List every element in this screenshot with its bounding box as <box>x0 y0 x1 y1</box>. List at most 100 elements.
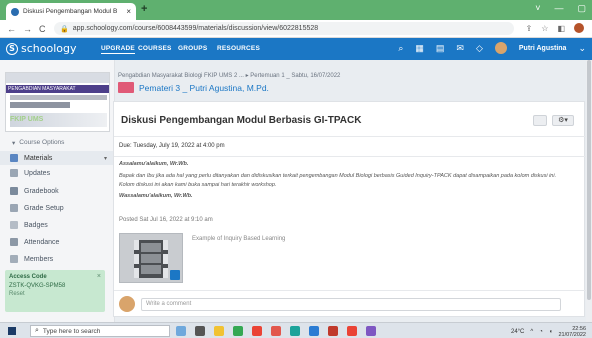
play-icon[interactable] <box>170 270 180 280</box>
share-icon[interactable]: ⇪ <box>526 24 533 33</box>
scrollbar-thumb[interactable] <box>587 60 591 300</box>
search-icon[interactable]: ⌕ <box>398 43 403 54</box>
posted-timestamp: Posted Sat Jul 16, 2022 at 9:10 am <box>119 217 213 223</box>
course-sidebar: PENGABDIAN MASYARAKAT FKIP UMS ▾ Course … <box>0 60 115 322</box>
app-icon[interactable] <box>366 326 376 336</box>
sidebar-icon[interactable]: ◧ <box>557 24 565 33</box>
tab-close-icon[interactable]: × <box>126 7 131 16</box>
user-avatar[interactable] <box>494 42 507 54</box>
network-icon[interactable]: ◔ <box>539 329 543 335</box>
sidebar-item-label: Members <box>24 255 54 263</box>
tab-search-icon[interactable]: ˅ <box>535 3 540 14</box>
maximize-button[interactable]: ▢ <box>577 3 586 14</box>
sidebar-item-label: Updates <box>24 169 51 177</box>
video-thumbnail[interactable] <box>119 233 183 283</box>
chevron-down-icon: ▾ <box>103 155 107 162</box>
closing-text: Wassalamu'alaikum, Wr.Wb. <box>119 193 193 199</box>
minimize-button[interactable]: — <box>554 3 563 14</box>
nav-resources[interactable]: RESOURCES <box>217 45 260 52</box>
body-text-line-1: Bapak dan Ibu jika ada hal yang perlu di… <box>119 173 557 179</box>
banner-subtitle-bar <box>10 95 107 100</box>
mail-icon[interactable]: ✉ <box>456 43 464 54</box>
notification-icon[interactable]: ◇ <box>476 43 483 54</box>
sidebar-item-label: Grade Setup <box>24 204 64 212</box>
breadcrumb[interactable]: Pengabdian Masyarakat Biologi FKIP UMS 2… <box>118 72 340 79</box>
page-scrollbar[interactable] <box>586 60 592 322</box>
close-icon[interactable]: × <box>97 273 101 280</box>
file-explorer-icon[interactable] <box>214 326 224 336</box>
folder-icon <box>118 82 134 93</box>
volume-icon[interactable]: ◖ <box>549 329 553 335</box>
body-text-line-2: Kolom diskusi ini akan kami buka sampai … <box>119 182 277 188</box>
sidebar-item-materials[interactable]: Materials ▾ <box>0 151 115 165</box>
new-tab-button[interactable]: + <box>141 3 147 15</box>
chevron-down-icon[interactable]: ⌄ <box>578 43 586 54</box>
section-title[interactable]: Pemateri 3 _ Putri Agustina, M.Pd. <box>139 83 269 93</box>
search-icon: ⌕ <box>35 327 39 334</box>
attendance-icon <box>10 238 18 246</box>
chevron-up-icon[interactable]: ^ <box>530 329 533 335</box>
sidebar-item-attendance[interactable]: Attendance <box>0 235 115 249</box>
chrome-profile-icon[interactable] <box>252 326 262 336</box>
gradebook-icon <box>10 187 18 195</box>
reset-link[interactable]: Reset <box>9 291 101 297</box>
weather-temp[interactable]: 24°C <box>511 329 524 335</box>
chrome-icon[interactable] <box>233 326 243 336</box>
divider <box>114 290 586 291</box>
sidebar-item-label: Gradebook <box>24 187 59 195</box>
badge-icon <box>10 221 18 229</box>
address-bar-icons: ⇪ ☆ ◧ <box>526 23 584 33</box>
gear-menu-button[interactable]: ⚙▾ <box>552 115 574 126</box>
url-bar[interactable]: 🔒 app.schoology.com/course/6008443599/ma… <box>54 22 514 35</box>
sidebar-item-gradebook[interactable]: Gradebook <box>0 184 115 198</box>
section-header: Pemateri 3 _ Putri Agustina, M.Pd. <box>118 82 269 93</box>
divider <box>114 156 586 157</box>
browser-tab[interactable]: Diskusi Pengembangan Modul B × <box>6 3 136 20</box>
app-icon[interactable] <box>290 326 300 336</box>
film-icon <box>134 240 168 278</box>
apps-grid-icon[interactable]: ▦ <box>415 43 424 54</box>
back-icon[interactable]: ← <box>7 24 16 34</box>
edit-button[interactable] <box>533 115 547 126</box>
app-icon[interactable] <box>347 326 357 336</box>
comment-input[interactable]: Write a comment <box>141 297 561 311</box>
discussion-tools: ⚙▾ <box>533 115 574 126</box>
sidebar-item-updates[interactable]: Updates <box>0 166 115 180</box>
sidebar-item-label: Materials <box>24 154 53 162</box>
app-icon[interactable] <box>328 326 338 336</box>
calendar-icon[interactable]: ▤ <box>436 43 445 54</box>
forward-icon[interactable]: → <box>23 24 32 34</box>
due-date: Due: Tuesday, July 19, 2022 at 4:00 pm <box>119 143 225 149</box>
sidebar-item-members[interactable]: Members <box>0 252 115 266</box>
logo-text: schoology <box>21 42 77 55</box>
schoology-header: S schoology UPGRADE COURSES GROUPS RESOU… <box>0 38 592 60</box>
reload-icon[interactable]: C <box>39 24 46 34</box>
windows-start-icon[interactable] <box>8 327 16 335</box>
nav-courses[interactable]: COURSES <box>138 45 172 52</box>
app-icon[interactable] <box>271 326 281 336</box>
weather-widget-icon[interactable] <box>176 326 186 336</box>
avatar <box>119 296 135 312</box>
taskbar-search[interactable]: ⌕ Type here to search <box>30 325 170 337</box>
comment-composer: Write a comment <box>119 296 561 312</box>
grade-setup-icon <box>10 204 18 212</box>
nav-upgrade[interactable]: UPGRADE <box>101 45 135 54</box>
attachment-link[interactable]: Example of Inquiry Based Learning <box>192 236 285 242</box>
clock[interactable]: 22:56 21/07/2022 <box>558 326 586 338</box>
course-options-toggle[interactable]: ▾ Course Options <box>12 139 64 147</box>
task-view-icon[interactable] <box>195 326 205 336</box>
word-icon[interactable] <box>309 326 319 336</box>
lock-icon: 🔒 <box>60 25 69 33</box>
favicon-icon <box>11 7 19 16</box>
sidebar-item-grade-setup[interactable]: Grade Setup <box>0 201 115 215</box>
user-name[interactable]: Putri Agustina <box>519 45 567 52</box>
access-code-value: ZSTK-QVKG-SPM58 <box>9 283 66 289</box>
clock-date: 21/07/2022 <box>558 332 586 338</box>
sidebar-item-badges[interactable]: Badges <box>0 218 115 232</box>
profile-avatar-icon[interactable] <box>574 23 584 33</box>
schoology-logo[interactable]: S schoology <box>6 42 77 55</box>
window-controls: ˅ — ▢ <box>535 3 586 14</box>
nav-groups[interactable]: GROUPS <box>178 45 207 52</box>
materials-icon <box>10 154 18 162</box>
bookmark-star-icon[interactable]: ☆ <box>541 24 548 33</box>
